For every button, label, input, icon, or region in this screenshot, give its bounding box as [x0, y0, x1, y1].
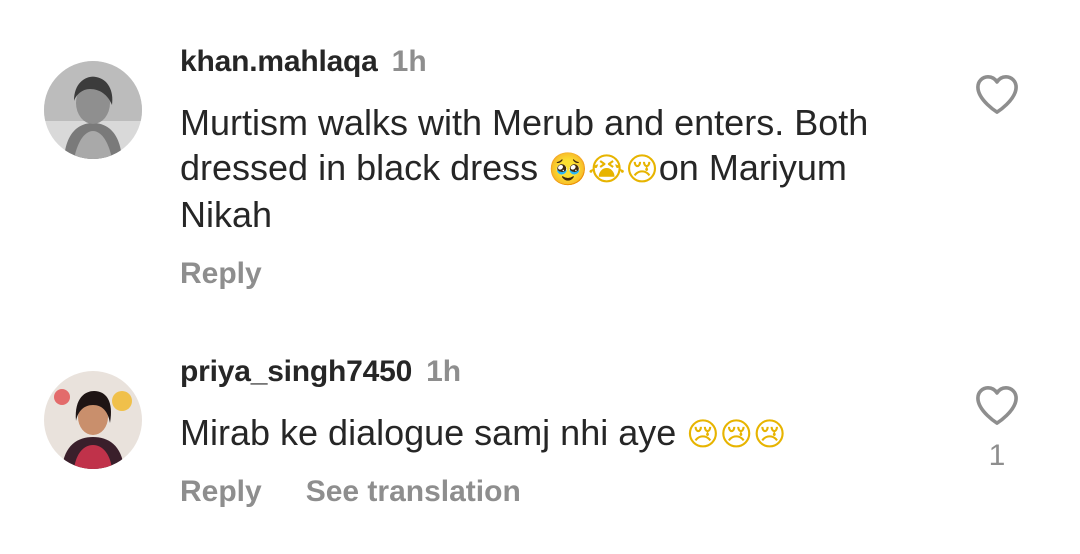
crying-face-emoji: 😢 [686, 415, 720, 453]
comment-text-line: Nikah [180, 194, 273, 235]
heart-outline-icon [976, 75, 1018, 114]
comment-actions: Reply [180, 256, 262, 292]
comment-text-line: Mirab ke dialogue samj nhi aye [180, 412, 687, 453]
comment-header: khan.mahlaqa 1h [180, 44, 427, 80]
pleading-face-emoji: 🥹 [548, 150, 589, 188]
comment-text: Mirab ke dialogue samj nhi aye 😢😢😢 [180, 410, 950, 457]
timestamp: 1h [391, 45, 427, 78]
avatar[interactable] [44, 371, 142, 469]
reply-button[interactable]: Reply [180, 257, 262, 290]
comment-header: priya_singh7450 1h [180, 354, 461, 390]
crying-face-emoji: 😢 [625, 150, 659, 188]
heart-outline-icon [976, 386, 1018, 425]
username[interactable]: khan.mahlaqa [180, 45, 378, 78]
username[interactable]: priya_singh7450 [180, 355, 412, 388]
like-count: 1 [988, 439, 1006, 472]
see-translation-button[interactable]: See translation [306, 475, 521, 508]
like-button[interactable] [974, 73, 1020, 115]
comment-text: Murtism walks with Merub and enters. Bot… [180, 100, 950, 237]
comment-item: priya_singh7450 1h Mirab ke dialogue samj… [0, 300, 1080, 554]
avatar[interactable] [44, 61, 142, 159]
crying-face-emoji: 😢 [753, 415, 787, 453]
comment-item: khan.mahlaqa 1h Murtism walks with Merub … [0, 0, 1080, 300]
crying-face-emoji: 😢 [719, 415, 753, 453]
timestamp: 1h [426, 355, 462, 388]
comment-text-line: Murtism walks with Merub and enters. Bot… [180, 102, 869, 143]
like-button[interactable] [974, 384, 1020, 426]
comment-text-line: on Mariyum [658, 147, 847, 188]
comment-text-line: dressed in black dress [180, 147, 549, 188]
reply-button[interactable]: Reply [180, 475, 262, 508]
comment-actions: Reply See translation [180, 474, 521, 510]
loudly-crying-face-emoji: 😭 [588, 150, 626, 188]
